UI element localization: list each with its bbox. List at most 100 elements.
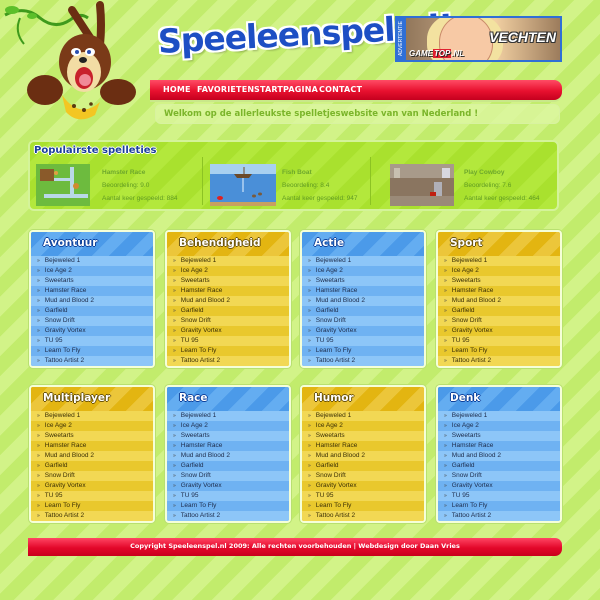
game-link[interactable]: » Learn To Fly xyxy=(302,501,424,511)
game-link[interactable]: » Mud and Blood 2 xyxy=(438,296,560,306)
game-link[interactable]: » Hamster Race xyxy=(438,286,560,296)
game-link[interactable]: » Gravity Vortex xyxy=(31,481,153,491)
game-link[interactable]: » Ice Age 2 xyxy=(438,266,560,276)
game-link[interactable]: » TU 95 xyxy=(438,491,560,501)
nav-favorieten[interactable]: FAVORIETEN xyxy=(197,85,254,94)
category-title[interactable]: Humor xyxy=(314,392,354,404)
game-link[interactable]: » Gravity Vortex xyxy=(31,326,153,336)
game-link[interactable]: » Bejeweled 1 xyxy=(167,256,289,266)
game-link[interactable]: » Sweetarts xyxy=(302,276,424,286)
game-link[interactable]: » Gravity Vortex xyxy=(167,481,289,491)
game-name[interactable]: Hamster Race xyxy=(102,166,178,179)
game-link[interactable]: » Ice Age 2 xyxy=(302,421,424,431)
category-title[interactable]: Race xyxy=(179,392,208,404)
game-link[interactable]: » Ice Age 2 xyxy=(31,421,153,431)
popular-game[interactable]: Fish Boat Beoordeling: 8.4 Aantal keer g… xyxy=(210,164,385,208)
game-link[interactable]: » Bejeweled 1 xyxy=(302,411,424,421)
nav-home[interactable]: HOME xyxy=(163,85,191,94)
game-link[interactable]: » Garfield xyxy=(31,461,153,471)
popular-game[interactable]: Play Cowboy Beoordeling: 7.6 Aantal keer… xyxy=(390,164,555,208)
category-title[interactable]: Denk xyxy=(450,392,480,404)
popular-game[interactable]: Hamster Race Beoordeling: 9.0 Aantal kee… xyxy=(36,164,206,208)
game-link[interactable]: » Bejeweled 1 xyxy=(302,256,424,266)
game-link[interactable]: » Sweetarts xyxy=(302,431,424,441)
game-link[interactable]: » Sweetarts xyxy=(438,431,560,441)
game-link[interactable]: » Snow Drift xyxy=(438,316,560,326)
game-name[interactable]: Fish Boat xyxy=(282,166,358,179)
game-link[interactable]: » Tattoo Artist 2 xyxy=(302,356,424,366)
ad-banner[interactable]: ADVERTENTIE VECHTEN GAMETOP.NL xyxy=(395,16,562,62)
game-link[interactable]: » Bejeweled 1 xyxy=(31,256,153,266)
category-title[interactable]: Sport xyxy=(450,237,483,249)
game-link[interactable]: » Tattoo Artist 2 xyxy=(31,511,153,521)
game-link[interactable]: » Snow Drift xyxy=(31,316,153,326)
game-link[interactable]: » Mud and Blood 2 xyxy=(302,451,424,461)
game-link[interactable]: » Ice Age 2 xyxy=(167,421,289,431)
game-link[interactable]: » Sweetarts xyxy=(167,431,289,441)
game-link[interactable]: » TU 95 xyxy=(31,491,153,501)
game-link[interactable]: » Gravity Vortex xyxy=(302,481,424,491)
game-link[interactable]: » Gravity Vortex xyxy=(167,326,289,336)
nav-contact[interactable]: CONTACT xyxy=(319,85,362,94)
game-link[interactable]: » Bejeweled 1 xyxy=(438,256,560,266)
game-link[interactable]: » Ice Age 2 xyxy=(438,421,560,431)
game-link[interactable]: » Mud and Blood 2 xyxy=(31,296,153,306)
game-link[interactable]: » Mud and Blood 2 xyxy=(167,451,289,461)
game-link[interactable]: » Hamster Race xyxy=(302,286,424,296)
game-link[interactable]: » Tattoo Artist 2 xyxy=(438,511,560,521)
game-thumbnail-fish-boat[interactable] xyxy=(210,164,276,206)
game-name[interactable]: Play Cowboy xyxy=(464,166,540,179)
game-link[interactable]: » Tattoo Artist 2 xyxy=(167,511,289,521)
game-link[interactable]: » Garfield xyxy=(438,461,560,471)
game-link[interactable]: » Hamster Race xyxy=(31,441,153,451)
game-link[interactable]: » Hamster Race xyxy=(438,441,560,451)
game-link[interactable]: » Learn To Fly xyxy=(438,346,560,356)
game-link[interactable]: » Snow Drift xyxy=(302,316,424,326)
game-link[interactable]: » Learn To Fly xyxy=(31,346,153,356)
game-link[interactable]: » Gravity Vortex xyxy=(302,326,424,336)
game-link[interactable]: » Sweetarts xyxy=(438,276,560,286)
game-link[interactable]: » Gravity Vortex xyxy=(438,326,560,336)
game-link[interactable]: » Garfield xyxy=(302,306,424,316)
game-link[interactable]: » Ice Age 2 xyxy=(167,266,289,276)
game-link[interactable]: » Learn To Fly xyxy=(167,346,289,356)
game-link[interactable]: » Snow Drift xyxy=(167,471,289,481)
game-link[interactable]: » Learn To Fly xyxy=(167,501,289,511)
game-link[interactable]: » Garfield xyxy=(167,306,289,316)
game-link[interactable]: » Mud and Blood 2 xyxy=(31,451,153,461)
game-link[interactable]: » TU 95 xyxy=(302,491,424,501)
game-link[interactable]: » Garfield xyxy=(302,461,424,471)
game-link[interactable]: » Bejeweled 1 xyxy=(167,411,289,421)
category-title[interactable]: Multiplayer xyxy=(43,392,110,404)
game-thumbnail-play-cowboy[interactable] xyxy=(390,164,454,206)
game-link[interactable]: » Tattoo Artist 2 xyxy=(438,356,560,366)
nav-startpagina[interactable]: STARTPAGINA xyxy=(254,85,318,94)
game-link[interactable]: » Learn To Fly xyxy=(438,501,560,511)
game-link[interactable]: » TU 95 xyxy=(438,336,560,346)
game-link[interactable]: » TU 95 xyxy=(167,336,289,346)
game-link[interactable]: » Ice Age 2 xyxy=(31,266,153,276)
game-thumbnail-hamster-race[interactable] xyxy=(36,164,90,206)
game-link[interactable]: » Hamster Race xyxy=(302,441,424,451)
game-link[interactable]: » Hamster Race xyxy=(167,441,289,451)
game-link[interactable]: » TU 95 xyxy=(31,336,153,346)
game-link[interactable]: » Mud and Blood 2 xyxy=(167,296,289,306)
game-link[interactable]: » Snow Drift xyxy=(167,316,289,326)
game-link[interactable]: » Snow Drift xyxy=(31,471,153,481)
game-link[interactable]: » Garfield xyxy=(167,461,289,471)
game-link[interactable]: » Hamster Race xyxy=(31,286,153,296)
game-link[interactable]: » Tattoo Artist 2 xyxy=(302,511,424,521)
category-title[interactable]: Actie xyxy=(314,237,344,249)
category-title[interactable]: Behendigheid xyxy=(179,237,261,249)
game-link[interactable]: » Garfield xyxy=(438,306,560,316)
game-link[interactable]: » Gravity Vortex xyxy=(438,481,560,491)
game-link[interactable]: » Sweetarts xyxy=(31,431,153,441)
game-link[interactable]: » Snow Drift xyxy=(438,471,560,481)
game-link[interactable]: » TU 95 xyxy=(167,491,289,501)
game-link[interactable]: » Hamster Race xyxy=(167,286,289,296)
game-link[interactable]: » Mud and Blood 2 xyxy=(438,451,560,461)
game-link[interactable]: » Tattoo Artist 2 xyxy=(167,356,289,366)
game-link[interactable]: » Ice Age 2 xyxy=(302,266,424,276)
game-link[interactable]: » Tattoo Artist 2 xyxy=(31,356,153,366)
game-link[interactable]: » Learn To Fly xyxy=(302,346,424,356)
